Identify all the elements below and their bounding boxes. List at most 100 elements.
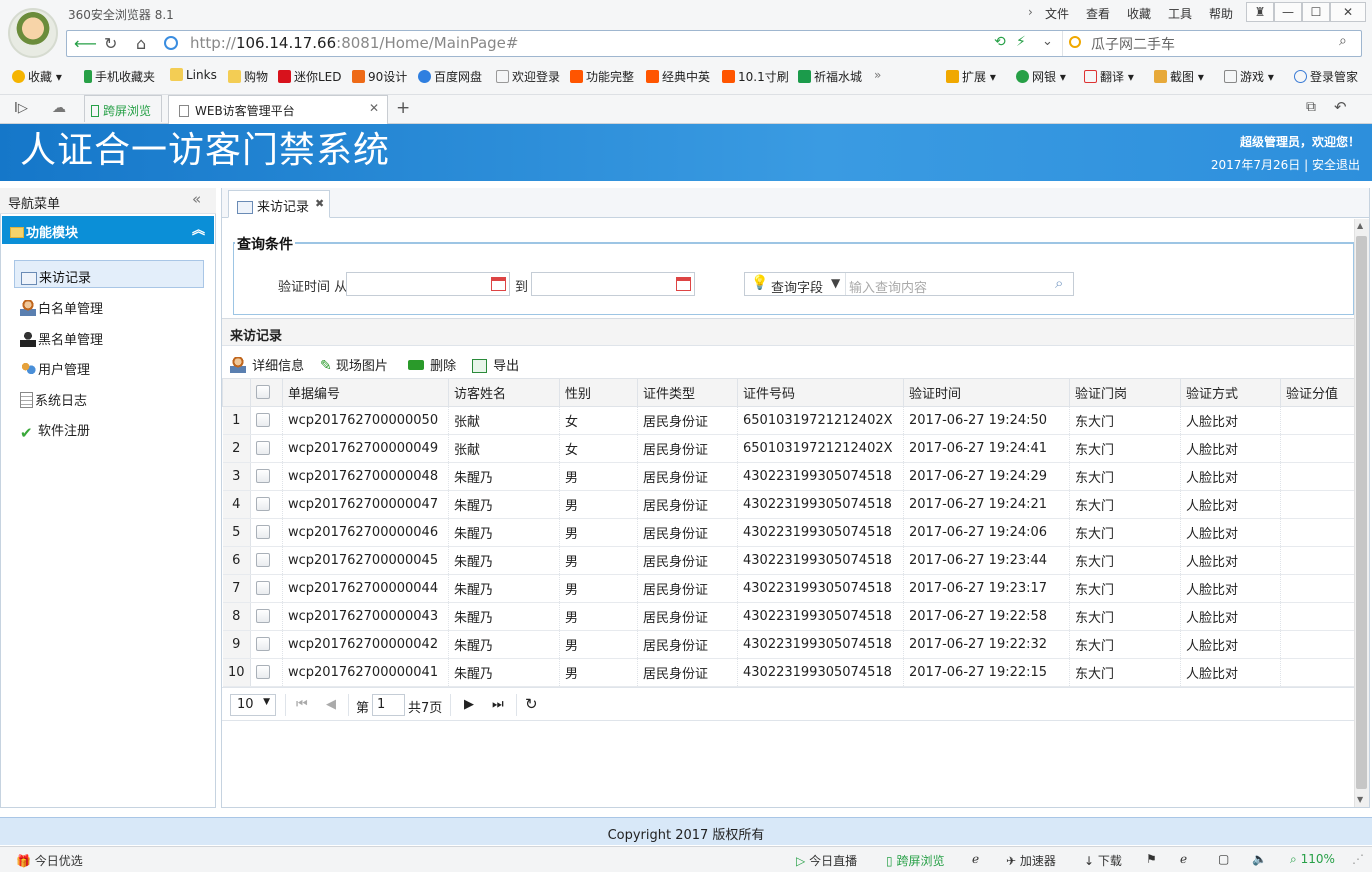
lightning-icon[interactable]: ⚡ (1016, 34, 1026, 50)
fav-classic[interactable]: 经典中英 (646, 68, 710, 85)
url-text[interactable]: http://106.14.17.66:8081/Home/MainPage# (190, 34, 518, 52)
row-checkbox[interactable] (256, 580, 270, 595)
home-icon[interactable]: ⌂ (136, 34, 146, 53)
export-button[interactable]: 导出 (472, 355, 519, 374)
query-field-select[interactable]: 查询字段 (771, 277, 823, 296)
cloud-icon[interactable]: ☁ (52, 100, 66, 116)
sidebar-item-visit-records[interactable]: 来访记录 (14, 260, 204, 288)
column-header[interactable]: 验证分值 (1280, 378, 1355, 407)
restore-tabs-icon[interactable]: ⧉ (1306, 99, 1316, 115)
row-checkbox[interactable] (256, 468, 270, 483)
today-live[interactable]: ▷ 今日直播 (796, 852, 857, 869)
column-header[interactable]: 验证时间 (903, 378, 1070, 407)
table-row[interactable]: 2 wcp201762700000049 张献女居民身份证 6501031972121… (222, 434, 1355, 463)
column-header[interactable]: 验证门岗 (1069, 378, 1181, 407)
reload-icon[interactable]: ↻ (525, 695, 538, 713)
column-header[interactable]: 验证方式 (1180, 378, 1281, 407)
select-all-header[interactable] (250, 378, 283, 407)
column-header[interactable]: 访客姓名 (448, 378, 560, 407)
back-icon[interactable]: ⟵ (74, 34, 97, 53)
table-row[interactable]: 3 wcp201762700000048 朱醒乃男居民身份证 430223199305… (222, 462, 1355, 491)
minimize-button[interactable]: — (1274, 2, 1302, 22)
scroll-down-icon[interactable]: ▼ (1357, 795, 1363, 804)
column-header[interactable]: 证件类型 (637, 378, 738, 407)
resize-grip-icon[interactable]: ⋰ (1352, 852, 1364, 866)
fav-90design[interactable]: 90设计 (352, 68, 407, 85)
collapse-module-icon[interactable]: ︽ (192, 219, 205, 238)
photo-button[interactable]: ✎ 现场图片 (320, 355, 388, 374)
search-icon[interactable]: ⌕ (1055, 274, 1063, 292)
date-from-input[interactable] (346, 272, 510, 296)
sidebar-item-system-log[interactable]: 系统日志 (14, 384, 204, 412)
row-select-cell[interactable] (250, 658, 283, 687)
query-content-input[interactable]: 输入查询内容 (849, 277, 927, 296)
shirt-skin-icon[interactable]: ♜ (1246, 2, 1274, 22)
sidebar-item-register[interactable]: ✔ 软件注册 (14, 414, 204, 442)
ie-mode-icon[interactable]: ℯ (972, 852, 979, 866)
select-all-checkbox[interactable] (256, 384, 270, 399)
menu-file[interactable]: 文件 (1045, 5, 1069, 22)
menu-tools[interactable]: 工具 (1168, 5, 1192, 22)
search-box[interactable]: 瓜子网二手车 ⌕ (1062, 31, 1360, 56)
tab-visit-records[interactable]: 来访记录 ✖ (228, 190, 330, 218)
logout-link[interactable]: 安全退出 (1312, 158, 1360, 172)
ie-icon[interactable]: ℯ (1180, 852, 1187, 866)
page-number-input[interactable]: 1 (372, 694, 405, 716)
sidebar-item-blacklist[interactable]: 黑名单管理 (14, 323, 204, 351)
ext-login-manager[interactable]: 登录管家 (1294, 68, 1358, 85)
fav-baidu-pan[interactable]: 百度网盘 (418, 68, 482, 85)
close-tab-icon[interactable]: ✖ (315, 197, 324, 210)
sidebar-item-users[interactable]: 用户管理 (14, 353, 204, 381)
sidebar-item-whitelist[interactable]: 白名单管理 (14, 292, 204, 320)
today-picks[interactable]: 🎁 今日优选 (16, 852, 83, 869)
speed-icon[interactable]: ⟲ (994, 34, 1006, 50)
fav-welcome[interactable]: 欢迎登录 (496, 68, 560, 85)
menu-expand-icon[interactable]: › (1028, 5, 1033, 19)
calendar-icon[interactable] (676, 277, 691, 291)
row-select-cell[interactable] (250, 518, 283, 547)
row-select-cell[interactable] (250, 462, 283, 491)
scrollbar-thumb[interactable] (1356, 236, 1367, 789)
table-row[interactable]: 10 wcp201762700000041 朱醒乃男居民身份证 43022319930… (222, 658, 1355, 687)
detail-button[interactable]: 详细信息 (230, 355, 304, 374)
volume-icon[interactable]: 🔈 (1252, 852, 1267, 866)
address-dropdown-icon[interactable]: ⌄ (1042, 34, 1053, 49)
module-header[interactable]: 功能模块 ︽ (2, 216, 214, 244)
sidebar-toggle-icon[interactable]: I▷ (14, 101, 28, 116)
fav-mobile[interactable]: 手机收藏夹 (84, 68, 155, 85)
row-checkbox[interactable] (256, 636, 270, 651)
row-checkbox[interactable] (256, 664, 270, 679)
first-page-icon[interactable]: ⏮ (296, 697, 308, 712)
fav-links[interactable]: Links (170, 68, 217, 82)
menu-help[interactable]: 帮助 (1209, 5, 1233, 22)
row-checkbox[interactable] (256, 496, 270, 511)
delete-button[interactable]: 删除 (408, 355, 456, 374)
table-row[interactable]: 9 wcp201762700000042 朱醒乃男居民身份证 430223199305… (222, 630, 1355, 659)
last-page-icon[interactable]: ⏭ (492, 697, 504, 712)
row-select-cell[interactable] (250, 490, 283, 519)
table-row[interactable]: 7 wcp201762700000044 朱醒乃男居民身份证 430223199305… (222, 574, 1355, 603)
table-row[interactable]: 5 wcp201762700000046 朱醒乃男居民身份证 430223199305… (222, 518, 1355, 547)
status-download[interactable]: ↓ 下载 (1084, 852, 1122, 869)
date-to-input[interactable] (531, 272, 695, 296)
row-checkbox[interactable] (256, 552, 270, 567)
fav-qifu[interactable]: 祈福水城 (798, 68, 862, 85)
fav-features[interactable]: 功能完整 (570, 68, 634, 85)
ext-bank[interactable]: 网银 ▾ (1016, 68, 1066, 85)
tab-cross-screen[interactable]: 跨屏浏览 (84, 95, 162, 122)
fav-led[interactable]: 迷你LED (278, 68, 342, 85)
maximize-button[interactable]: ☐ (1302, 2, 1330, 22)
zoom-level[interactable]: ⌕ 110% (1290, 852, 1335, 867)
table-row[interactable]: 1 wcp201762700000050 张献女居民身份证 6501031972121… (222, 406, 1355, 435)
table-row[interactable]: 8 wcp201762700000043 朱醒乃男居民身份证 430223199305… (222, 602, 1355, 631)
ext-extend[interactable]: 扩展 ▾ (946, 68, 996, 85)
status-accelerator[interactable]: ✈ 加速器 (1006, 852, 1056, 869)
tab-web-visitor[interactable]: WEB访客管理平台 ✕ (168, 95, 388, 124)
flag-icon[interactable]: ⚑ (1146, 852, 1157, 866)
row-checkbox[interactable] (256, 524, 270, 539)
search-icon[interactable]: ⌕ (1339, 33, 1347, 49)
undo-close-icon[interactable]: ↶ (1334, 98, 1347, 116)
close-window-button[interactable]: ✕ (1330, 2, 1366, 22)
search-input[interactable]: 瓜子网二手车 (1091, 34, 1175, 54)
row-select-cell[interactable] (250, 602, 283, 631)
